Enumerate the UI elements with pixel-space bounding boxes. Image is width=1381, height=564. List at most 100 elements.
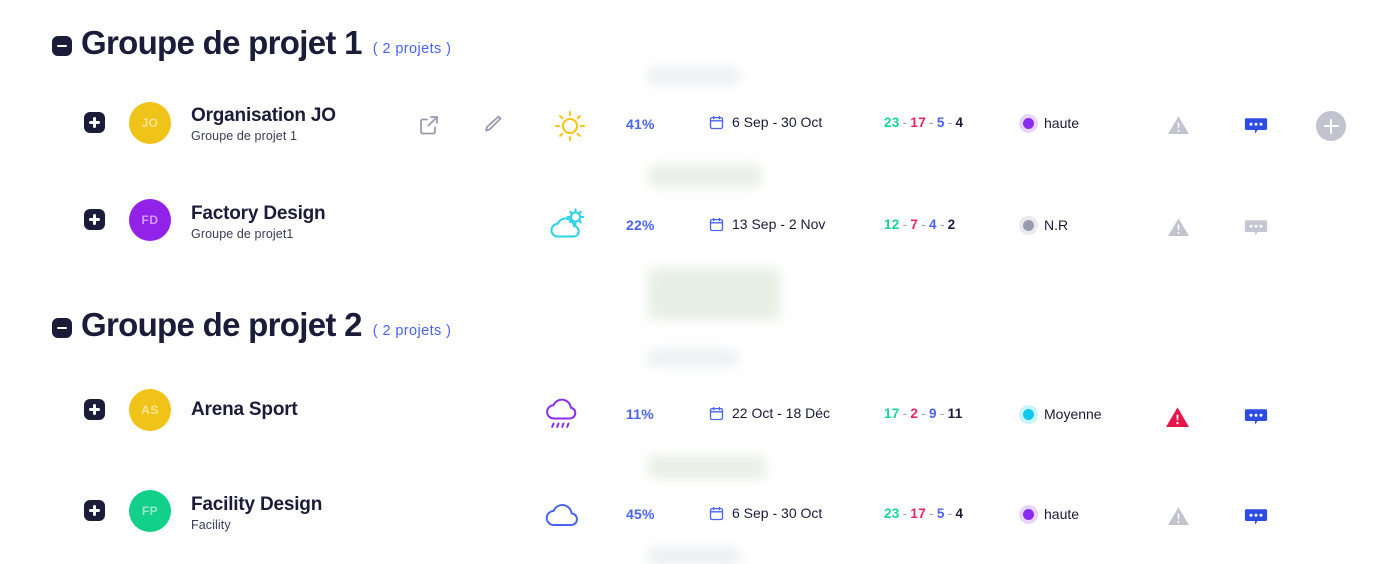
avatar[interactable]: FD xyxy=(129,199,171,241)
expand-project-button[interactable] xyxy=(84,209,105,230)
comment-bubble-icon[interactable] xyxy=(1243,404,1269,435)
ghost-placeholder xyxy=(648,350,738,366)
priority-dot xyxy=(1023,219,1034,231)
group-header-2: Groupe de projet 2 ( 2 projets ) xyxy=(52,306,451,345)
date-range-label: 6 Sep - 30 Oct xyxy=(732,505,823,521)
date-range-label: 13 Sep - 2 Nov xyxy=(732,216,826,232)
count-red: 17 xyxy=(910,115,927,130)
date-range: 13 Sep - 2 Nov xyxy=(709,216,825,232)
project-subtitle: Groupe de projet 1 xyxy=(191,128,298,143)
calendar-icon xyxy=(709,506,724,520)
project-row[interactable]: JO Organisation JO Groupe de projet 1 41… xyxy=(0,96,1381,158)
priority-dot xyxy=(1023,117,1034,129)
project-name-block: Facility Design Facility xyxy=(191,494,322,532)
count-red: 17 xyxy=(910,506,927,521)
count-blue: 5 xyxy=(936,506,945,521)
task-counts: 23-17-5-4 xyxy=(884,506,964,521)
group-project-count: ( 2 projets ) xyxy=(372,41,452,57)
date-range: 6 Sep - 30 Oct xyxy=(709,505,822,521)
pencil-icon[interactable] xyxy=(481,112,505,141)
project-title: Facility Design xyxy=(191,494,323,515)
comment-bubble-icon[interactable] xyxy=(1243,504,1269,535)
project-subtitle: Groupe de projet1 xyxy=(191,226,294,241)
count-green: 23 xyxy=(884,115,900,130)
comment-bubble-icon[interactable] xyxy=(1243,113,1269,144)
project-title: Arena Sport xyxy=(191,399,298,420)
task-counts: 17-2-9-11 xyxy=(884,406,963,421)
external-link-icon[interactable] xyxy=(417,113,441,142)
progress-percent: 41% xyxy=(626,116,655,132)
group-title: Groupe de projet 1 xyxy=(81,24,362,61)
calendar-icon xyxy=(709,217,724,231)
priority-label: haute xyxy=(1044,115,1080,131)
count-dark: 2 xyxy=(947,217,956,232)
project-row[interactable]: FP Facility Design Facility 45% 6 Sep - … xyxy=(0,482,1381,544)
calendar-icon xyxy=(709,115,724,129)
warning-triangle-icon[interactable] xyxy=(1166,215,1191,245)
priority-label: Moyenne xyxy=(1044,406,1102,422)
priority-label: haute xyxy=(1044,506,1080,522)
minus-icon[interactable] xyxy=(52,317,72,338)
date-range-label: 6 Sep - 30 Oct xyxy=(732,114,823,130)
rain-cloud-icon xyxy=(538,388,586,443)
project-list-page: Groupe de projet 1 ( 2 projets ) JO Orga… xyxy=(0,0,1381,564)
group-project-count: ( 2 projets ) xyxy=(372,323,452,339)
group-header-1: Groupe de projet 1 ( 2 projets ) xyxy=(52,24,451,63)
expand-project-button[interactable] xyxy=(84,399,105,420)
warning-triangle-icon[interactable] xyxy=(1164,404,1191,436)
priority-indicator: Moyenne xyxy=(1023,406,1102,422)
progress-percent: 22% xyxy=(626,217,655,233)
avatar-initials: FP xyxy=(141,504,159,518)
add-project-button[interactable] xyxy=(1316,111,1346,141)
avatar[interactable]: FP xyxy=(129,490,171,532)
avatar[interactable]: JO xyxy=(129,102,171,144)
cloud-icon xyxy=(538,494,588,539)
project-row[interactable]: AS Arena Sport 11% 22 Oct - 18 Déc 17-2-… xyxy=(0,380,1381,442)
avatar[interactable]: AS xyxy=(129,389,171,431)
project-name-block: Factory Design Groupe de projet1 xyxy=(191,203,326,241)
minus-icon[interactable] xyxy=(52,35,72,56)
priority-indicator: haute xyxy=(1023,115,1079,131)
date-range: 6 Sep - 30 Oct xyxy=(709,114,822,130)
ghost-placeholder xyxy=(648,455,766,479)
progress-percent: 11% xyxy=(626,406,654,422)
ghost-placeholder xyxy=(648,68,740,84)
project-subtitle: Facility xyxy=(191,517,231,532)
count-blue: 9 xyxy=(929,406,937,421)
warning-triangle-icon[interactable] xyxy=(1166,504,1191,534)
count-green: 23 xyxy=(884,506,900,521)
ghost-placeholder xyxy=(648,165,762,187)
count-dark: 4 xyxy=(955,506,964,521)
count-dark: 11 xyxy=(947,406,963,421)
expand-project-button[interactable] xyxy=(84,112,105,133)
count-red: 2 xyxy=(910,406,919,421)
count-dark: 4 xyxy=(955,115,964,130)
task-counts: 23-17-5-4 xyxy=(884,115,964,130)
progress-percent: 45% xyxy=(626,506,655,522)
priority-indicator: N.R xyxy=(1023,217,1068,233)
avatar-initials: JO xyxy=(141,116,159,130)
count-blue: 5 xyxy=(936,115,945,130)
date-range-label: 22 Oct - 18 Déc xyxy=(732,405,831,421)
priority-dot xyxy=(1023,408,1034,420)
calendar-icon xyxy=(709,406,724,420)
group-title: Groupe de projet 2 xyxy=(81,306,362,343)
ghost-placeholder xyxy=(648,268,780,320)
ghost-placeholder xyxy=(648,548,740,564)
project-row[interactable]: FD Factory Design Groupe de projet1 22% … xyxy=(0,190,1381,252)
task-counts: 12-7-4-2 xyxy=(884,217,956,232)
sun-icon xyxy=(552,108,588,149)
comment-bubble-icon[interactable] xyxy=(1243,215,1269,246)
project-title: Factory Design xyxy=(191,203,326,224)
avatar-initials: AS xyxy=(141,403,159,417)
count-red: 7 xyxy=(910,217,919,232)
date-range: 22 Oct - 18 Déc xyxy=(709,405,830,421)
partly-cloudy-icon xyxy=(547,204,589,249)
count-green: 17 xyxy=(884,406,900,421)
count-blue: 4 xyxy=(929,217,937,232)
avatar-initials: FD xyxy=(141,213,159,227)
project-title: Organisation JO xyxy=(191,105,336,126)
expand-project-button[interactable] xyxy=(84,500,105,521)
warning-triangle-icon[interactable] xyxy=(1166,113,1191,143)
project-name-block: Organisation JO Groupe de projet 1 xyxy=(191,105,336,143)
